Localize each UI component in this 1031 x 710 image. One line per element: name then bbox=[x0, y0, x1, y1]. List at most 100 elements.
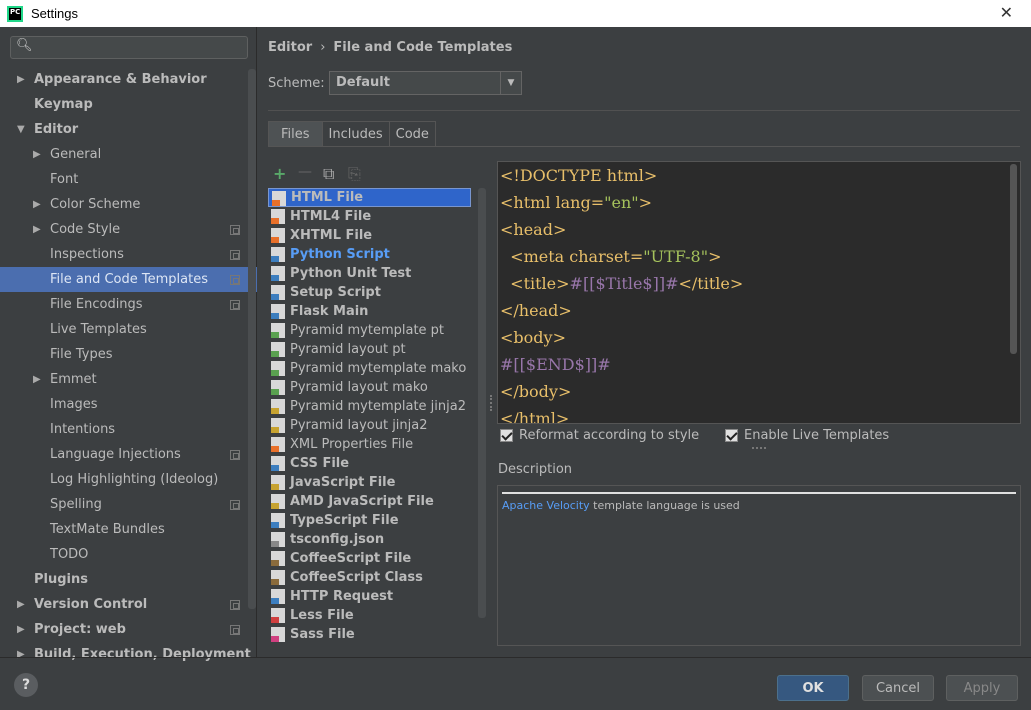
sidebar-item-4[interactable]: Font bbox=[0, 167, 257, 192]
template-item[interactable]: AMD JavaScript File bbox=[268, 492, 487, 511]
chevron-right-icon[interactable]: ▶ bbox=[33, 374, 41, 385]
template-editor[interactable]: <!DOCTYPE html> <html lang="en"> <head> … bbox=[497, 161, 1021, 424]
remove-icon[interactable]: — bbox=[298, 164, 312, 180]
template-item[interactable]: Pyramid layout mako bbox=[268, 378, 487, 397]
template-item[interactable]: Sass File bbox=[268, 625, 487, 644]
file-type-icon bbox=[271, 437, 285, 452]
template-item[interactable]: HTTP Request bbox=[268, 587, 487, 606]
breadcrumb-parent[interactable]: Editor bbox=[268, 40, 312, 55]
panel-splitter[interactable] bbox=[490, 395, 494, 411]
template-item[interactable]: TypeScript File bbox=[268, 511, 487, 530]
resize-handle[interactable] bbox=[752, 447, 766, 450]
template-item[interactable]: CoffeeScript File bbox=[268, 549, 487, 568]
sidebar-item-13[interactable]: Images bbox=[0, 392, 257, 417]
sidebar-item-8[interactable]: File and Code Templates bbox=[0, 267, 257, 292]
chevron-down-icon[interactable]: ▼ bbox=[17, 124, 25, 135]
template-item[interactable]: CoffeeScript Class bbox=[268, 568, 487, 587]
template-item[interactable]: Python Unit Test bbox=[268, 264, 487, 283]
chevron-right-icon[interactable]: ▶ bbox=[17, 599, 25, 610]
sidebar-item-11[interactable]: File Types bbox=[0, 342, 257, 367]
sidebar-item-10[interactable]: Live Templates bbox=[0, 317, 257, 342]
file-type-icon bbox=[271, 532, 285, 547]
template-item[interactable]: Pyramid mytemplate mako bbox=[268, 359, 487, 378]
apache-velocity-link[interactable]: Apache Velocity bbox=[502, 499, 590, 512]
cancel-button[interactable]: Cancel bbox=[862, 675, 934, 701]
template-item[interactable]: Pyramid mytemplate pt bbox=[268, 321, 487, 340]
sidebar-item-9[interactable]: File Encodings bbox=[0, 292, 257, 317]
sidebar-item-21[interactable]: ▶ Version Control bbox=[0, 592, 257, 617]
sidebar-item-0[interactable]: ▶ Appearance & Behavior bbox=[0, 67, 257, 92]
template-item[interactable]: XHTML File bbox=[268, 226, 487, 245]
template-name: Setup Script bbox=[290, 285, 381, 300]
help-icon[interactable]: ? bbox=[14, 673, 38, 697]
apply-button[interactable]: Apply bbox=[946, 675, 1018, 701]
template-item[interactable]: XML Properties File bbox=[268, 435, 487, 454]
close-icon[interactable]: ✕ bbox=[1000, 3, 1013, 22]
scheme-select[interactable]: Default ▼ bbox=[329, 71, 522, 95]
live-templates-checkbox[interactable]: Enable Live Templates bbox=[725, 428, 889, 443]
file-type-icon bbox=[271, 551, 285, 566]
template-item[interactable]: Less File bbox=[268, 606, 487, 625]
chevron-right-icon[interactable]: ▶ bbox=[33, 224, 41, 235]
search-input[interactable]: 🔍︎ bbox=[10, 36, 248, 59]
template-item[interactable]: tsconfig.json bbox=[268, 530, 487, 549]
sidebar-item-14[interactable]: Intentions bbox=[0, 417, 257, 442]
sidebar-scrollbar[interactable] bbox=[248, 69, 256, 609]
template-item[interactable]: Pyramid layout pt bbox=[268, 340, 487, 359]
chevron-right-icon[interactable]: ▶ bbox=[17, 624, 25, 635]
tab-code[interactable]: Code bbox=[388, 121, 436, 147]
file-type-icon bbox=[271, 342, 285, 357]
chevron-right-icon[interactable]: ▶ bbox=[17, 649, 25, 660]
sidebar-item-label: Keymap bbox=[34, 97, 93, 112]
list-scrollbar[interactable] bbox=[478, 188, 486, 618]
sidebar-item-22[interactable]: ▶ Project: web bbox=[0, 617, 257, 642]
file-type-icon bbox=[271, 570, 285, 585]
sidebar-item-15[interactable]: Language Injections bbox=[0, 442, 257, 467]
sidebar-item-20[interactable]: Plugins bbox=[0, 567, 257, 592]
template-item[interactable]: JavaScript File bbox=[268, 473, 487, 492]
copy-icon[interactable]: ⧉ bbox=[323, 164, 334, 184]
sidebar-item-18[interactable]: TextMate Bundles bbox=[0, 517, 257, 542]
sidebar-item-6[interactable]: ▶ Code Style bbox=[0, 217, 257, 242]
add-icon[interactable]: + bbox=[273, 164, 286, 183]
chevron-right-icon[interactable]: ▶ bbox=[17, 74, 25, 85]
sidebar-item-16[interactable]: Log Highlighting (Ideolog) bbox=[0, 467, 257, 492]
template-item[interactable]: Pyramid layout jinja2 bbox=[268, 416, 487, 435]
reformat-checkbox[interactable]: Reformat according to style bbox=[500, 428, 699, 443]
template-item[interactable]: CSS File bbox=[268, 454, 487, 473]
chevron-down-icon[interactable]: ▼ bbox=[500, 72, 521, 94]
editor-scrollbar[interactable] bbox=[1010, 164, 1017, 354]
sidebar-item-5[interactable]: ▶ Color Scheme bbox=[0, 192, 257, 217]
chevron-right-icon[interactable]: ▶ bbox=[33, 199, 41, 210]
sidebar-item-12[interactable]: ▶ Emmet bbox=[0, 367, 257, 392]
sidebar-item-1[interactable]: Keymap bbox=[0, 92, 257, 117]
reset-icon[interactable]: ⎘ bbox=[348, 164, 361, 184]
tab-files[interactable]: Files bbox=[268, 121, 323, 147]
sidebar-item-7[interactable]: Inspections bbox=[0, 242, 257, 267]
tab-includes[interactable]: Includes bbox=[321, 121, 390, 147]
breadcrumb-separator: › bbox=[320, 40, 326, 55]
template-name: AMD JavaScript File bbox=[290, 494, 434, 509]
template-item[interactable]: Python Script bbox=[268, 245, 487, 264]
checkbox-checked-icon[interactable] bbox=[500, 429, 513, 442]
template-item[interactable]: HTML File bbox=[268, 188, 471, 207]
sidebar-item-2[interactable]: ▼ Editor bbox=[0, 117, 257, 142]
project-scope-icon bbox=[230, 299, 240, 310]
tabs-underline bbox=[268, 146, 1020, 147]
template-item[interactable]: HTML4 File bbox=[268, 207, 487, 226]
template-name: CSS File bbox=[290, 456, 350, 471]
sidebar-item-17[interactable]: Spelling bbox=[0, 492, 257, 517]
template-item[interactable]: Pyramid mytemplate jinja2 bbox=[268, 397, 487, 416]
file-type-icon bbox=[271, 608, 285, 623]
description-box: Apache Velocity template language is use… bbox=[497, 485, 1021, 646]
checkbox-checked-icon[interactable] bbox=[725, 429, 738, 442]
template-item[interactable]: Flask Main bbox=[268, 302, 487, 321]
sidebar-item-23[interactable]: ▶ Build, Execution, Deployment bbox=[0, 642, 257, 667]
template-item[interactable]: Setup Script bbox=[268, 283, 487, 302]
chevron-right-icon[interactable]: ▶ bbox=[33, 149, 41, 160]
search-icon: 🔍︎ bbox=[16, 38, 33, 53]
code-line-10: </html> bbox=[500, 409, 570, 424]
sidebar-item-19[interactable]: TODO bbox=[0, 542, 257, 567]
sidebar-item-3[interactable]: ▶ General bbox=[0, 142, 257, 167]
ok-button[interactable]: OK bbox=[777, 675, 849, 701]
